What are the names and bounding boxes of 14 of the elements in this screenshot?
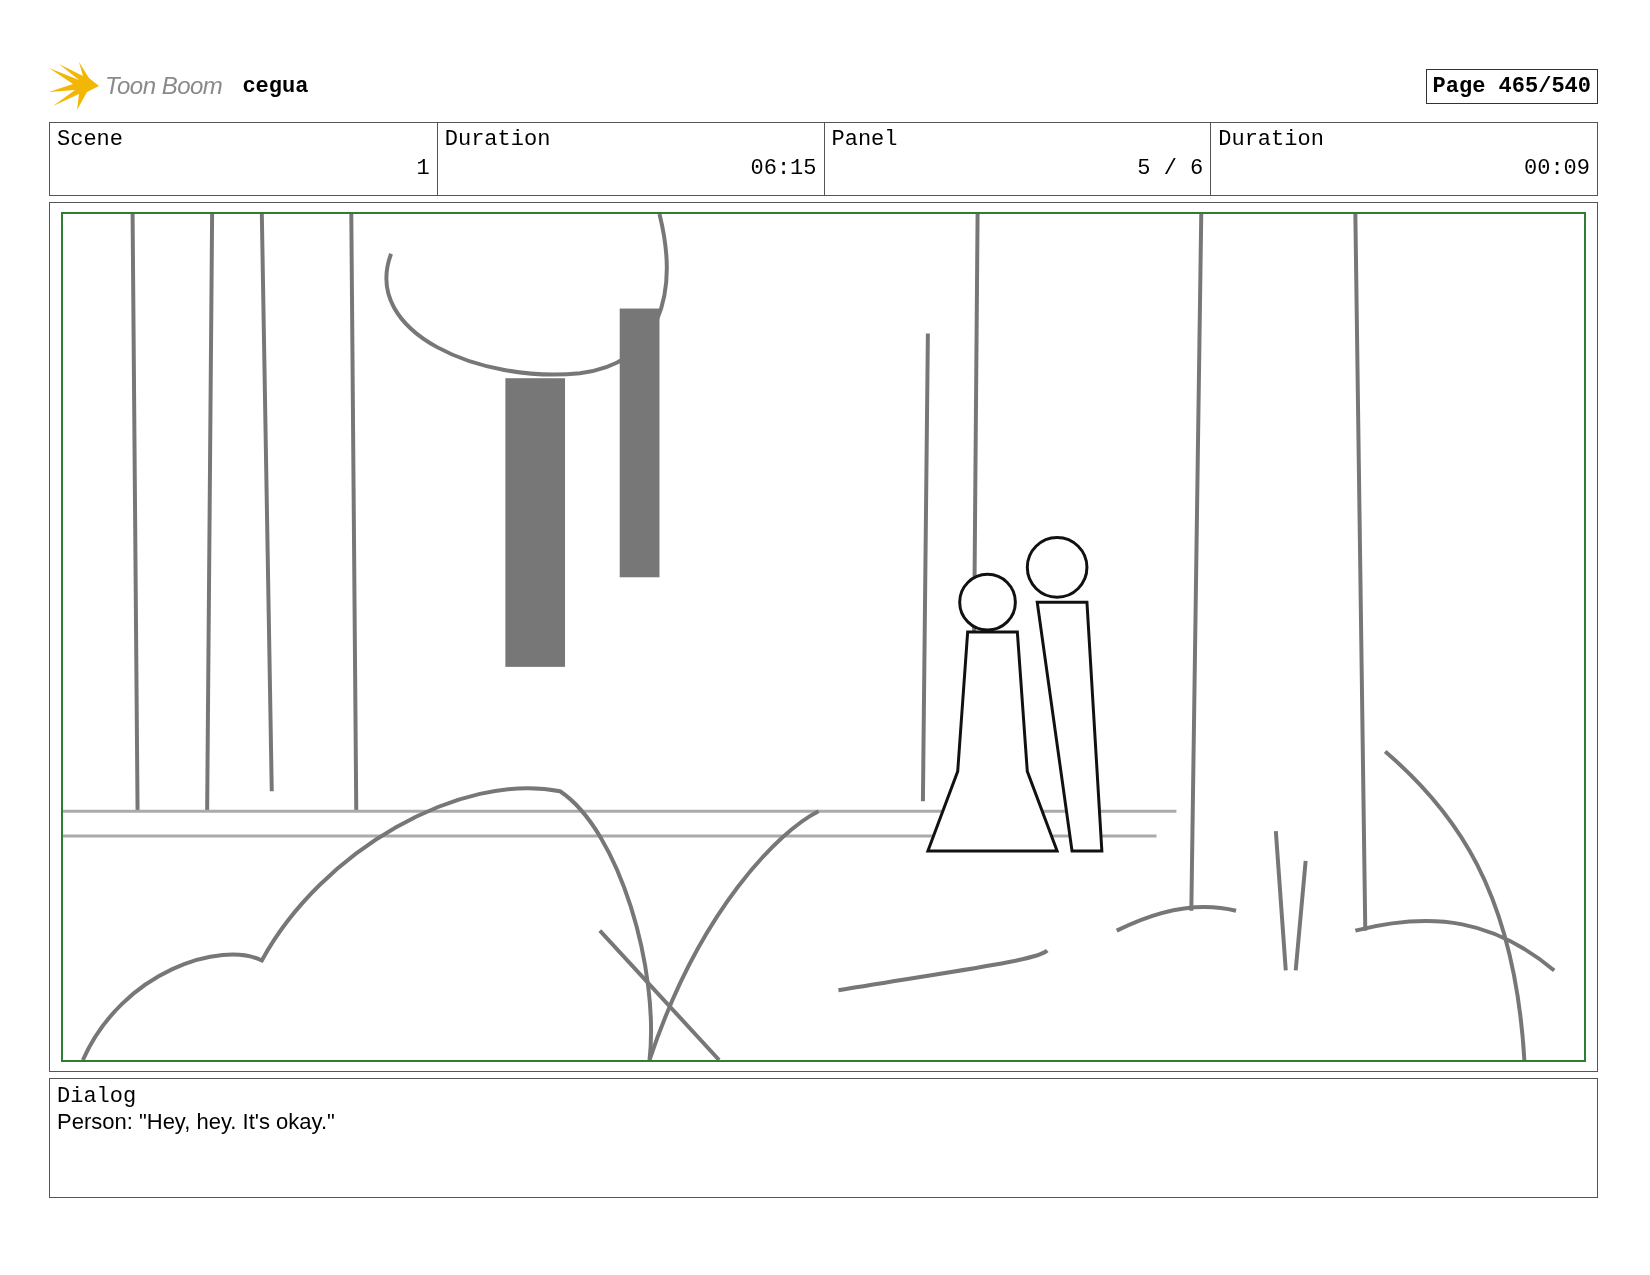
page-number: Page 465/540	[1425, 68, 1598, 104]
starburst-logo-icon	[49, 62, 99, 110]
table-cell-text: 00:09	[1523, 156, 1590, 181]
table-cell-text: 1	[415, 156, 430, 181]
column-header: Scene	[57, 127, 124, 152]
logo-text: Toon Boom	[105, 72, 223, 100]
table-cell-text: 06:15	[749, 156, 817, 181]
project-name: cegua	[242, 73, 309, 99]
column-header: Duration	[1218, 127, 1325, 152]
column-header: Duration	[444, 127, 552, 152]
table-cell-text: 5 / 6	[1136, 156, 1204, 181]
dialog-label: Dialog	[57, 1084, 138, 1109]
dialog-text: Person: "Hey, hey. It's okay."	[57, 1109, 336, 1135]
column-header: Panel	[831, 127, 899, 152]
